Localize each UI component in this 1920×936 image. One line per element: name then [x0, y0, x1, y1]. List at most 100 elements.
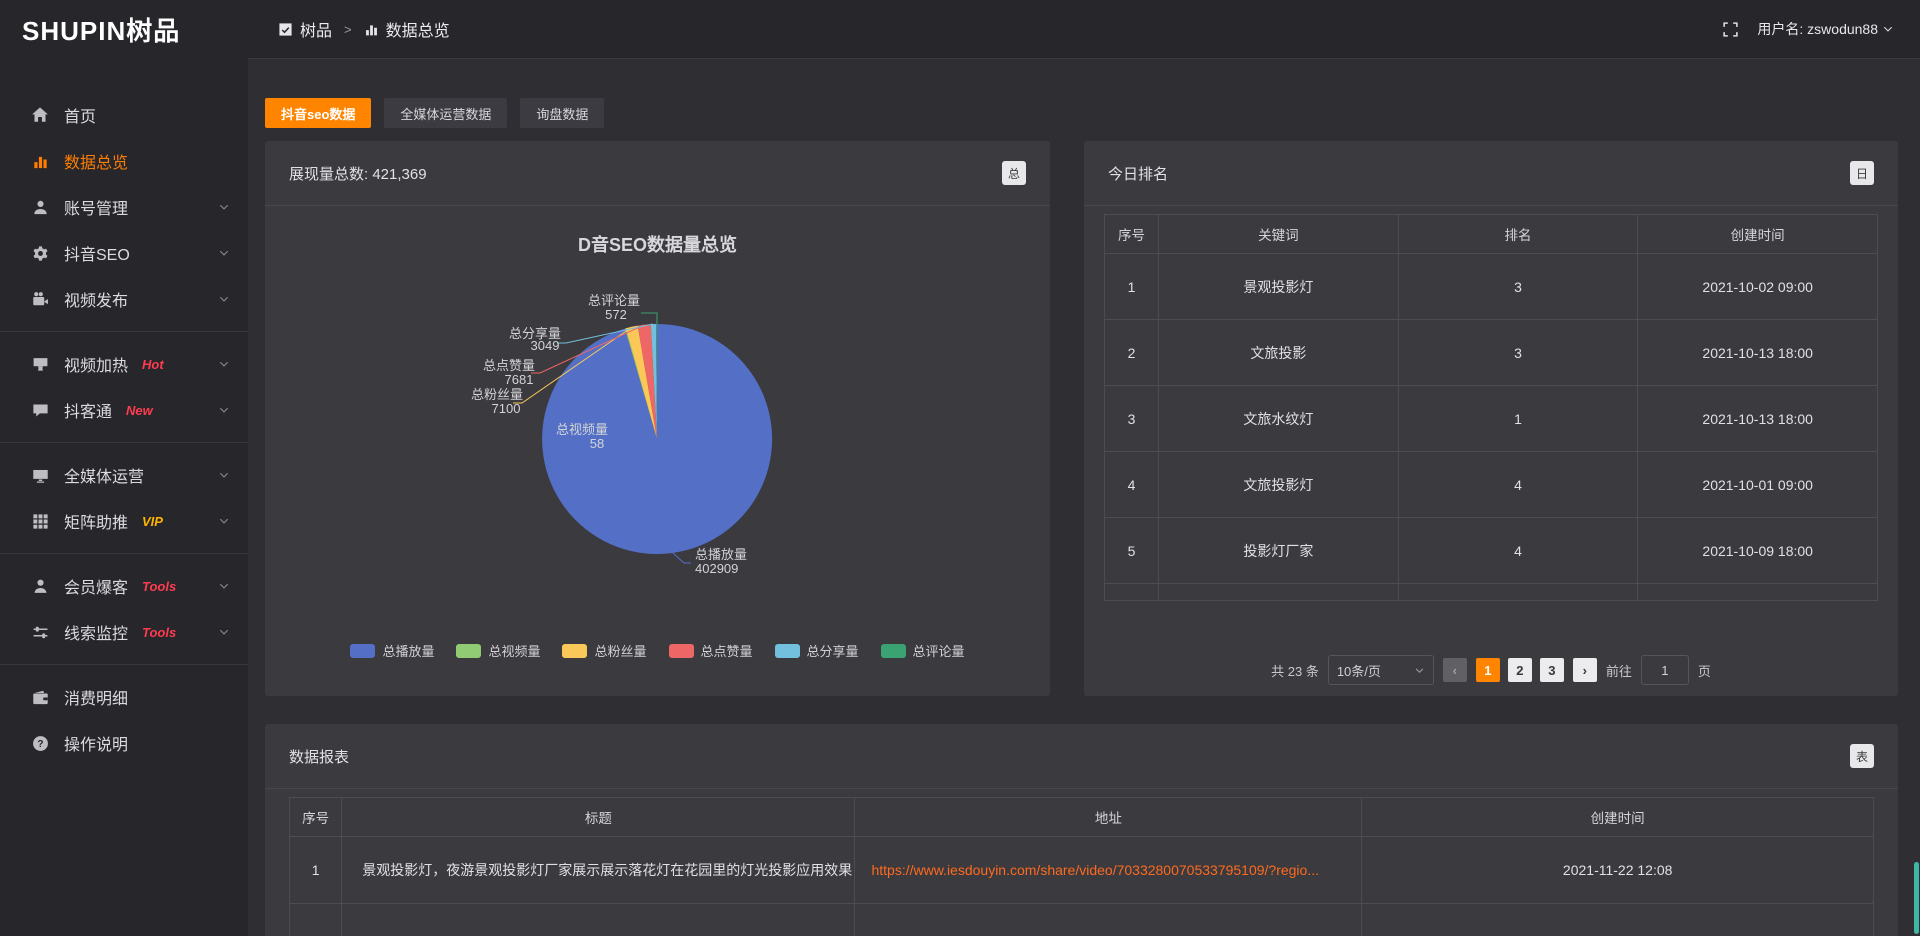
page-button-1[interactable]: 1: [1476, 658, 1500, 682]
breadcrumb-root[interactable]: 树品: [300, 17, 332, 41]
sidebar-item-account[interactable]: 账号管理: [0, 184, 248, 230]
videocam-icon: [30, 289, 50, 309]
table-row[interactable]: 1景观投影灯，夜游景观投影灯厂家展示展示落花灯在花园里的灯光投影应用效果 #ht…: [290, 837, 1874, 904]
impressions-total: 展现量总数: 421,369: [289, 163, 427, 184]
sidebar-item-member-baoke[interactable]: 会员爆客Tools: [0, 563, 248, 609]
report-panel-header: 数据报表 表: [265, 724, 1898, 789]
legend-swatch: [669, 644, 694, 658]
chevron-down-icon: [1882, 23, 1894, 35]
data-report-panel: 数据报表 表 序号标题地址创建时间 1景观投影灯，夜游景观投影灯厂家展示展示落花…: [265, 724, 1898, 936]
report-col-header: 地址: [855, 798, 1362, 837]
table-row[interactable]: 5投影灯厂家42021-10-09 18:00: [1105, 518, 1878, 584]
page-button-2[interactable]: 2: [1508, 658, 1532, 682]
sidebar-item-douyin-seo[interactable]: 抖音SEO: [0, 230, 248, 276]
page-button-3[interactable]: 3: [1540, 658, 1564, 682]
sidebar-item-doukertong[interactable]: 抖客通 New: [0, 387, 248, 433]
sidebar-item-label: 数据总览: [64, 149, 128, 173]
sidebar-item-video-heat[interactable]: 视频加热Hot: [0, 341, 248, 387]
sidebar-item-overview[interactable]: 数据总览: [0, 138, 248, 184]
sidebar-item-label: 会员爆客: [64, 574, 128, 598]
sidebar-item-home[interactable]: 首页: [0, 92, 248, 138]
table-row[interactable]: 1景观投影灯32021-10-02 09:00: [1105, 254, 1878, 320]
legend-swatch: [881, 644, 906, 658]
pie-chart[interactable]: 总播放量402909总视频量58总粉丝量7100总点赞量7681总分享量3049…: [265, 205, 1050, 696]
sidebar-item-badge: New: [126, 403, 153, 418]
table-row[interactable]: 3文旅水纹灯12021-10-13 18:00: [1105, 386, 1878, 452]
pie-label-line: [673, 553, 691, 563]
ranking-col-header: 序号: [1105, 215, 1159, 254]
chevron-down-icon: [218, 626, 230, 638]
sidebar-item-label: 线索监控: [64, 620, 128, 644]
chart-title: D音SEO数据量总览: [265, 231, 1050, 257]
prev-page-button[interactable]: ‹: [1443, 658, 1467, 682]
report-table-head: 序号标题地址创建时间: [290, 798, 1874, 837]
sliders-icon: [30, 622, 50, 642]
app-square-icon: [278, 22, 293, 37]
legend-label: 总点赞量: [701, 641, 753, 660]
sidebar-item-label: 抖客通: [64, 398, 112, 422]
ranking-col-header: 创建时间: [1638, 215, 1878, 254]
monitor-icon: [30, 465, 50, 485]
sidebar-item-media-operation[interactable]: 全媒体运营: [0, 452, 248, 498]
topbar-right: 用户名: zswodun88: [1722, 19, 1894, 39]
sidebar-item-operation-guide[interactable]: ? 操作说明: [0, 720, 248, 766]
content: 抖音seo数据全媒体运营数据询盘数据 展现量总数: 421,369 总 D音SE…: [248, 59, 1920, 936]
legend-swatch: [775, 644, 800, 658]
sidebar-item-video-publish[interactable]: 视频发布: [0, 276, 248, 322]
legend-item-总视频量[interactable]: 总视频量: [456, 641, 540, 660]
tab-1[interactable]: 全媒体运营数据: [384, 98, 507, 128]
user-menu[interactable]: 用户名: zswodun88: [1757, 19, 1894, 39]
page-size-select[interactable]: 10条/页: [1328, 655, 1434, 685]
table-row[interactable]: 2文旅投影32021-10-13 18:00: [1105, 320, 1878, 386]
sidebar-divider: [0, 664, 248, 665]
sidebar-item-matrix-boost[interactable]: 矩阵助推VIP: [0, 498, 248, 544]
tab-0[interactable]: 抖音seo数据: [265, 98, 371, 128]
sidebar-item-clue-monitor[interactable]: 线索监控 Tools: [0, 609, 248, 655]
goto-page-input[interactable]: [1641, 655, 1689, 685]
sidebar-item-label: 操作说明: [64, 731, 128, 755]
total-view-toggle-button[interactable]: 总: [1002, 161, 1026, 185]
day-view-toggle-button[interactable]: 日: [1850, 161, 1874, 185]
legend-item-总评论量[interactable]: 总评论量: [881, 641, 965, 660]
tab-2[interactable]: 询盘数据: [520, 98, 604, 128]
chevron-down-icon: [1414, 665, 1425, 676]
panels-row: 展现量总数: 421,369 总 D音SEO数据量总览 总播放量402909总视…: [265, 141, 1898, 696]
report-col-header: 序号: [290, 798, 342, 837]
scrollbar-thumb[interactable]: [1914, 862, 1919, 934]
sidebar-item-badge: Tools: [142, 625, 176, 640]
pie-slice-总播放量[interactable]: [542, 324, 772, 554]
ranking-panel-header: 今日排名 日: [1084, 141, 1898, 206]
chevron-down-icon: [218, 293, 230, 305]
chevron-down-icon: [218, 201, 230, 213]
sidebar-item-expense-detail[interactable]: 消费明细: [0, 674, 248, 720]
legend-item-总播放量[interactable]: 总播放量: [350, 641, 434, 660]
report-row-link[interactable]: https://www.iesdouyin.com/share/video/70…: [855, 837, 1362, 904]
data-tabs: 抖音seo数据全媒体运营数据询盘数据: [265, 98, 1898, 128]
legend-label: 总分享量: [807, 641, 859, 660]
legend-item-总点赞量[interactable]: 总点赞量: [669, 641, 753, 660]
breadcrumb-separator: >: [344, 22, 352, 37]
sidebar-divider: [0, 553, 248, 554]
legend-label: 总粉丝量: [594, 641, 646, 660]
top-bar: 树品 > 数据总览 用户名: zswodun88: [248, 0, 1920, 59]
breadcrumb-current: 数据总览: [386, 17, 450, 41]
next-page-button[interactable]: ›: [1573, 658, 1597, 682]
home-icon: [30, 105, 50, 125]
table-row[interactable]: 4文旅投影灯42021-10-01 09:00: [1105, 452, 1878, 518]
question-icon: ?: [30, 733, 50, 753]
ranking-col-header: 关键词: [1159, 215, 1399, 254]
sidebar-item-label: 账号管理: [64, 195, 128, 219]
pie-label-value: 7100: [492, 401, 521, 416]
pie-chart-area: D音SEO数据量总览 总播放量402909总视频量58总粉丝量7100总点赞量7…: [265, 205, 1050, 696]
report-row-title: 景观投影灯，夜游景观投影灯厂家展示展示落花灯在花园里的灯光投影应用效果 #: [342, 837, 855, 904]
pie-label-name: 总播放量: [695, 547, 747, 562]
table-row-partial: [1105, 584, 1878, 601]
legend-item-总分享量[interactable]: 总分享量: [775, 641, 859, 660]
legend-swatch: [562, 644, 587, 658]
ranking-table: 序号关键词排名创建时间 1景观投影灯32021-10-02 09:002文旅投影…: [1104, 214, 1878, 601]
app-root: SHUPIN树品 首页数据总览账号管理抖音SEO视频发布视频加热Hot抖客通Ne…: [0, 0, 1920, 936]
legend-swatch: [350, 644, 375, 658]
legend-item-总粉丝量[interactable]: 总粉丝量: [562, 641, 646, 660]
fullscreen-icon[interactable]: [1722, 21, 1739, 38]
table-view-toggle-button[interactable]: 表: [1850, 744, 1874, 768]
